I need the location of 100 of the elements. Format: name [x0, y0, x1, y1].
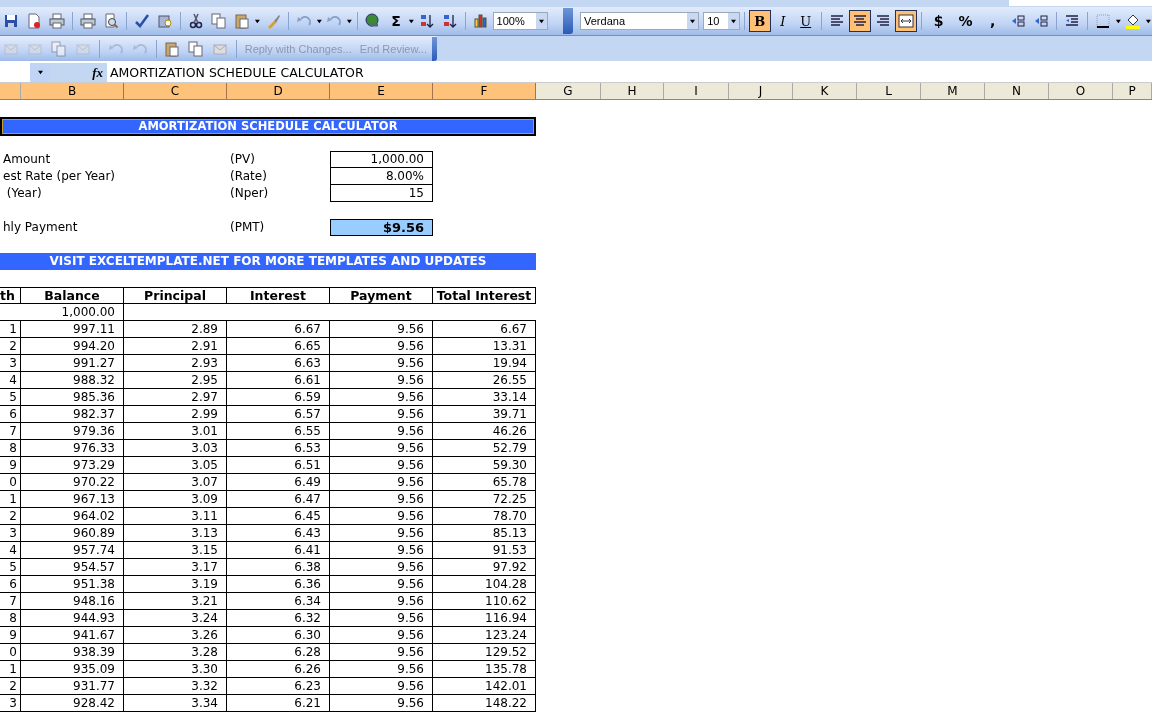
zoom-dropdown[interactable]: 100% [492, 12, 549, 30]
column-header[interactable]: L [857, 83, 921, 99]
table-cell: 3.05 [124, 457, 227, 474]
column-header[interactable]: H [601, 83, 664, 99]
caret-icon[interactable] [689, 18, 697, 24]
table-cell: 967.13 [21, 491, 124, 508]
caret-icon[interactable] [36, 70, 44, 75]
caret-icon[interactable] [346, 18, 353, 24]
column-heading: th [0, 287, 21, 304]
save-icon[interactable] [3, 13, 19, 29]
caret-icon[interactable] [538, 18, 546, 24]
input-cell[interactable]: 8.00% [330, 168, 433, 185]
indent-icon[interactable] [1063, 13, 1080, 29]
column-header[interactable]: G [536, 83, 601, 99]
pages-icon[interactable] [188, 40, 205, 57]
column-header[interactable]: J [729, 83, 793, 99]
sort-ascending-icon[interactable] [418, 13, 435, 29]
table-cell: 9.56 [330, 338, 433, 355]
comma-button[interactable]: , [979, 10, 1006, 32]
caret-icon[interactable] [729, 18, 737, 24]
table-cell: 39.71 [433, 406, 536, 423]
table-cell: 9.56 [330, 508, 433, 525]
currency-button[interactable]: $ [925, 10, 952, 32]
title-cell[interactable]: AMORTIZATION SCHEDULE CALCULATOR [0, 117, 536, 136]
italic-button[interactable]: I [771, 10, 794, 32]
caret-icon[interactable] [1114, 18, 1122, 24]
column-header[interactable]: P [1113, 83, 1152, 99]
font-size-dropdown[interactable]: 10 [703, 12, 740, 30]
bar-chart-icon[interactable] [472, 13, 489, 29]
table-cell: 3.11 [124, 508, 227, 525]
table-cell: 9.56 [330, 423, 433, 440]
print-preview-icon[interactable] [102, 13, 119, 29]
help-search-field[interactable] [1009, 0, 1152, 6]
align-center-button[interactable] [848, 10, 871, 32]
table-cell: 6.45 [227, 508, 330, 525]
underline-button[interactable]: U [794, 10, 817, 32]
caret-icon[interactable] [253, 18, 261, 24]
column-header[interactable]: D [227, 83, 330, 99]
function-label[interactable]: fx [92, 64, 103, 81]
caret-icon[interactable] [407, 18, 415, 24]
payment-cell: $9.56 [330, 219, 433, 236]
table-cell: 8 [0, 610, 21, 627]
caret-icon[interactable] [1145, 18, 1152, 24]
column-header[interactable]: I [664, 83, 729, 99]
toolbar-options-icon[interactable] [431, 36, 437, 61]
cut-icon[interactable] [187, 13, 204, 29]
table-cell: 9.56 [330, 355, 433, 372]
column-header[interactable]: N [985, 83, 1049, 99]
table-cell: 2 [0, 338, 21, 355]
table-cell: 973.29 [21, 457, 124, 474]
table-cell: 142.01 [433, 678, 536, 695]
input-code: (Rate) [229, 168, 268, 185]
table-cell: 954.57 [21, 559, 124, 576]
input-code: (PV) [229, 151, 256, 168]
table-cell: 3.01 [124, 423, 227, 440]
paste-icon[interactable] [233, 13, 250, 29]
table-cell: 960.89 [21, 525, 124, 542]
input-cell[interactable]: 1,000.00 [330, 151, 433, 168]
column-header[interactable]: C [124, 83, 227, 99]
table-cell: 9.56 [330, 576, 433, 593]
input-label: Amount [2, 151, 52, 168]
copy-icon[interactable] [210, 13, 227, 29]
table-cell: 33.14 [433, 389, 536, 406]
column-header[interactable]: O [1049, 83, 1113, 99]
borders-icon[interactable] [1094, 13, 1111, 29]
table-cell: 3.34 [124, 695, 227, 712]
column-header[interactable]: B [21, 83, 124, 99]
column-header[interactable]: E [330, 83, 433, 99]
table-cell: 931.77 [21, 678, 124, 695]
column-header[interactable]: F [433, 83, 536, 99]
font-dropdown[interactable]: Verdana [580, 12, 700, 30]
caret-icon[interactable] [315, 18, 323, 24]
table-cell: 52.79 [433, 440, 536, 457]
autosum-button[interactable]: Σ [384, 10, 407, 32]
table-cell: 6.55 [227, 423, 330, 440]
page-icon[interactable] [26, 13, 42, 29]
print-icon[interactable] [79, 13, 96, 29]
banner-link[interactable]: VISIT EXCELTEMPLATE.NET FOR MORE TEMPLATES AND UPDATES [0, 253, 536, 270]
input-cell[interactable]: 15 [330, 185, 433, 202]
column-header[interactable]: M [921, 83, 985, 99]
percent-button[interactable]: % [952, 10, 979, 32]
table-cell: 976.33 [21, 440, 124, 457]
table-cell: 3.15 [124, 542, 227, 559]
merge-cells-button[interactable] [894, 10, 917, 32]
table-cell: 9.56 [330, 440, 433, 457]
column-heading: Total Interest [433, 287, 536, 304]
printer-icon[interactable] [49, 13, 65, 29]
column-header[interactable]: K [793, 83, 857, 99]
table-cell: 6.30 [227, 627, 330, 644]
clipboard-icon[interactable] [164, 40, 181, 57]
table-cell: 9.56 [330, 457, 433, 474]
formula-field[interactable]: AMORTIZATION SCHEDULE CALCULATOR [107, 65, 364, 80]
table-cell: 135.78 [433, 661, 536, 678]
table-cell: 19.94 [433, 355, 536, 372]
bold-button[interactable]: B [748, 10, 771, 32]
sort-descending-icon[interactable] [441, 13, 458, 29]
spelling-icon[interactable] [133, 13, 150, 29]
column-heading: Principal [124, 287, 227, 304]
fill-color-icon[interactable] [1125, 13, 1142, 29]
table-cell: 6.32 [227, 610, 330, 627]
